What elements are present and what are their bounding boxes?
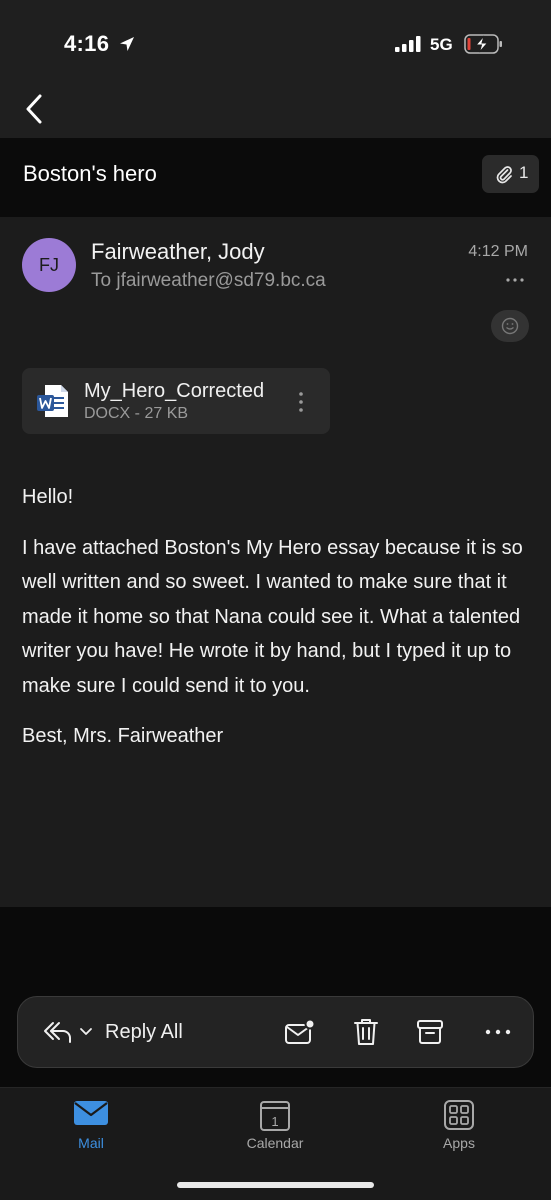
- body-greeting: Hello!: [22, 486, 74, 508]
- tab-mail[interactable]: Mail: [31, 1088, 151, 1158]
- word-document-icon: [37, 385, 68, 417]
- message-time: 4:12 PM: [468, 243, 528, 260]
- attachment-count: 1: [519, 163, 529, 182]
- smiley-icon: [501, 317, 519, 335]
- message-more-icon[interactable]: [505, 273, 525, 287]
- trash-icon[interactable]: [352, 1017, 380, 1047]
- tab-apps-label: Apps: [443, 1135, 475, 1151]
- attachment-card[interactable]: My_Hero_Corrected DOCX - 27 KB: [22, 368, 330, 434]
- location-arrow-icon: [120, 37, 134, 51]
- calendar-icon-day: 1: [271, 1114, 278, 1129]
- navigation-bar: [0, 80, 551, 138]
- add-reaction-button[interactable]: [491, 310, 529, 342]
- tab-mail-label: Mail: [78, 1135, 104, 1151]
- network-type: 5G: [430, 35, 453, 54]
- reply-all-button[interactable]: Reply All: [105, 1021, 183, 1044]
- sender-avatar[interactable]: FJ: [22, 238, 76, 292]
- email-body: Hello! I have attached Boston's My Hero …: [22, 480, 537, 770]
- paperclip-icon: [496, 166, 512, 184]
- attachment-count-button[interactable]: 1: [482, 155, 539, 193]
- attachment-meta: DOCX - 27 KB: [84, 405, 189, 422]
- email-subject: Boston's hero: [23, 161, 157, 186]
- chevron-down-icon[interactable]: [79, 1027, 93, 1037]
- calendar-icon: 1: [260, 1101, 290, 1131]
- tab-calendar[interactable]: 1 Calendar: [215, 1088, 335, 1158]
- tab-apps[interactable]: Apps: [399, 1088, 519, 1158]
- more-options-icon[interactable]: [485, 1025, 511, 1039]
- cellular-signal-icon: [395, 36, 421, 52]
- recipient-line[interactable]: To jfairweather@sd79.bc.ca: [91, 270, 326, 292]
- apps-grid-icon: [444, 1100, 474, 1130]
- body-signoff: Best, Mrs. Fairweather: [22, 725, 224, 747]
- attachment-name: My_Hero_Corrected: [84, 380, 265, 402]
- back-chevron-icon[interactable]: [22, 92, 52, 126]
- battery-charging-icon: [464, 34, 502, 54]
- mark-unread-icon[interactable]: [284, 1018, 316, 1046]
- home-indicator[interactable]: [177, 1182, 374, 1188]
- tab-calendar-label: Calendar: [246, 1135, 304, 1151]
- mail-icon: [74, 1101, 108, 1125]
- archive-icon[interactable]: [416, 1018, 444, 1046]
- attachment-menu-icon[interactable]: [295, 390, 307, 414]
- body-paragraph: I have attached Boston's My Hero essay b…: [22, 536, 523, 697]
- reply-all-icon[interactable]: [43, 1021, 73, 1043]
- action-bar: Reply All: [17, 996, 534, 1068]
- sender-name[interactable]: Fairweather, Jody: [91, 239, 265, 265]
- status-time: 4:16: [64, 31, 110, 56]
